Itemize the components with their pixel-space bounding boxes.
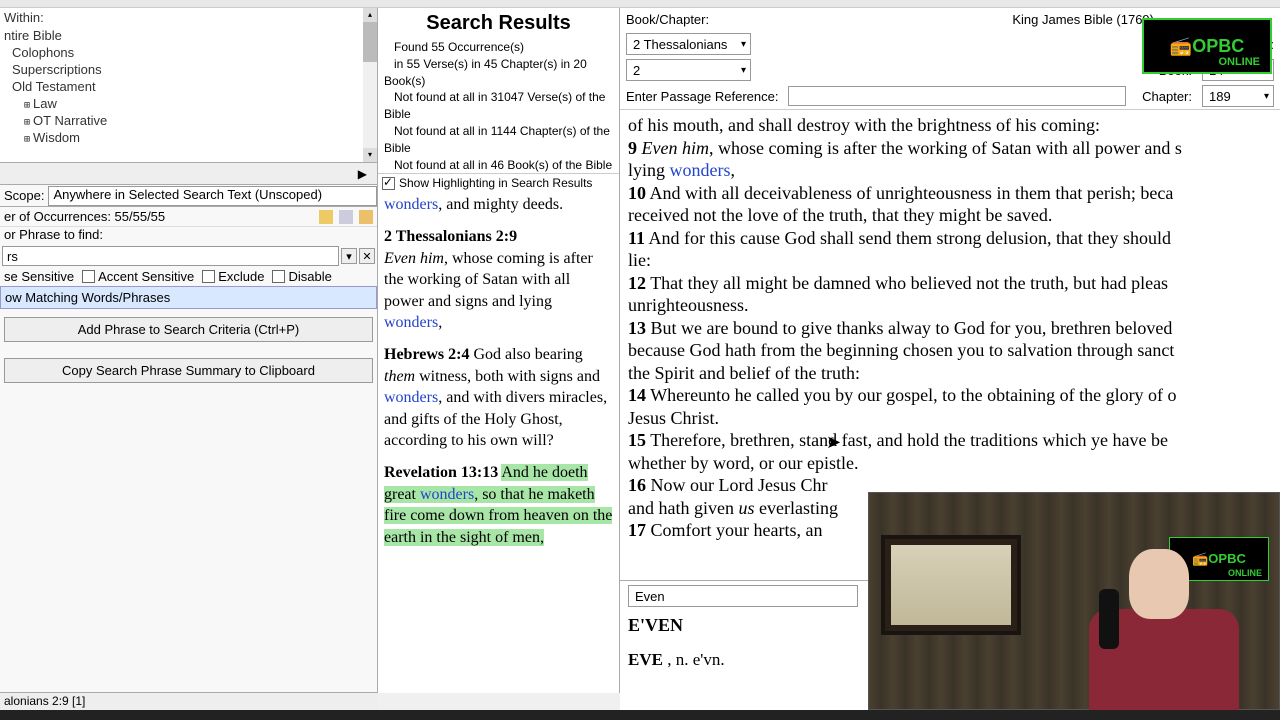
expand-icon[interactable]: ⊞ — [24, 134, 30, 145]
results-panel: Search Results Found 55 Occurrence(s) in… — [378, 8, 620, 693]
accent-sensitive-check[interactable]: Accent Sensitive — [82, 269, 194, 284]
ref-input[interactable] — [788, 86, 1126, 106]
breadcrumb[interactable]: ▶ — [0, 163, 377, 185]
expand-icon[interactable]: ⊞ — [24, 117, 30, 128]
breadcrumb-arrow-icon[interactable]: ▶ — [352, 167, 373, 181]
book-dropdown[interactable]: 2 Thessalonians — [626, 33, 751, 55]
result-item[interactable]: Revelation 13:13 And he doeth great wond… — [384, 462, 613, 548]
chapter-dropdown[interactable]: 2 — [626, 59, 751, 81]
results-stats: Found 55 Occurrence(s) in 55 Verse(s) in… — [378, 39, 619, 173]
scroll-up-icon[interactable]: ▴ — [363, 8, 377, 22]
expand-icon[interactable]: ⊞ — [24, 100, 30, 111]
wall-picture — [881, 535, 1021, 635]
left-panel: Within: ntire Bible Colophons Superscrip… — [0, 8, 378, 693]
tree-item[interactable]: ⊞OT Narrative — [0, 112, 377, 129]
bookchapter-label: Book/Chapter: — [626, 12, 709, 27]
scope-select[interactable]: Anywhere in Selected Search Text (Unscop… — [48, 186, 377, 206]
matching-words-row[interactable]: ow Matching Words/Phrases — [0, 286, 377, 309]
status-bar: alonians 2:9 [1] — [0, 692, 378, 710]
ref-label: Enter Passage Reference: — [626, 89, 778, 104]
phrase-label: or Phrase to find: — [0, 227, 377, 245]
chapter-num-dropdown[interactable]: 189 — [1202, 85, 1274, 107]
result-item[interactable]: Hebrews 2:4 God also bearing them witnes… — [384, 344, 613, 452]
tree-item[interactable]: Old Testament — [0, 78, 377, 95]
brush-icon[interactable] — [359, 210, 373, 224]
highlight-checkbox[interactable] — [382, 177, 395, 190]
tree-item[interactable]: Colophons — [0, 44, 377, 61]
video-overlay: 📻OPBCONLINE — [868, 492, 1280, 710]
clear-icon[interactable]: ✕ — [359, 248, 375, 264]
copy-summary-button[interactable]: Copy Search Phrase Summary to Clipboard — [4, 358, 373, 383]
within-label: Within: — [0, 8, 377, 27]
bible-title: King James Bible (1769) — [1012, 12, 1154, 27]
opbc-logo: 📻OPBCONLINE — [1142, 18, 1272, 74]
video-presenter — [1059, 529, 1259, 709]
scope-label: Scope: — [0, 188, 48, 203]
exclude-check[interactable]: Exclude — [202, 269, 264, 284]
page-icon[interactable] — [339, 210, 353, 224]
disable-check[interactable]: Disable — [272, 269, 331, 284]
phrase-input[interactable] — [2, 246, 339, 266]
microphone-icon — [1099, 589, 1119, 649]
results-title: Search Results — [378, 8, 619, 39]
dict-search-input[interactable] — [628, 585, 858, 607]
add-phrase-button[interactable]: Add Phrase to Search Criteria (Ctrl+P) — [4, 317, 373, 342]
dropdown-icon[interactable]: ▾ — [341, 248, 357, 264]
taskbar — [0, 710, 1280, 720]
scroll-down-icon[interactable]: ▾ — [363, 148, 377, 162]
search-within-tree[interactable]: Within: ntire Bible Colophons Superscrip… — [0, 8, 377, 163]
result-item[interactable]: wonders, and mighty deeds. — [384, 194, 613, 216]
tree-item[interactable]: ntire Bible — [0, 27, 377, 44]
tree-scrollbar[interactable]: ▴ ▾ — [363, 8, 377, 162]
results-list[interactable]: wonders, and mighty deeds. 2 Thessalonia… — [378, 192, 619, 693]
tree-item[interactable]: Superscriptions — [0, 61, 377, 78]
tree-item[interactable]: ⊞Wisdom — [0, 129, 377, 146]
scroll-thumb[interactable] — [363, 22, 377, 62]
chapter-label: Chapter: — [1142, 89, 1192, 104]
occurrences-label: er of Occurrences: 55/55/55 — [4, 209, 165, 224]
case-sensitive-check[interactable]: se Sensitive — [4, 269, 74, 284]
result-item[interactable]: 2 Thessalonians 2:9 Even him, whose comi… — [384, 226, 613, 334]
folder-icon[interactable] — [319, 210, 333, 224]
tree-item[interactable]: ⊞Law — [0, 95, 377, 112]
highlight-label: Show Highlighting in Search Results — [399, 176, 592, 190]
